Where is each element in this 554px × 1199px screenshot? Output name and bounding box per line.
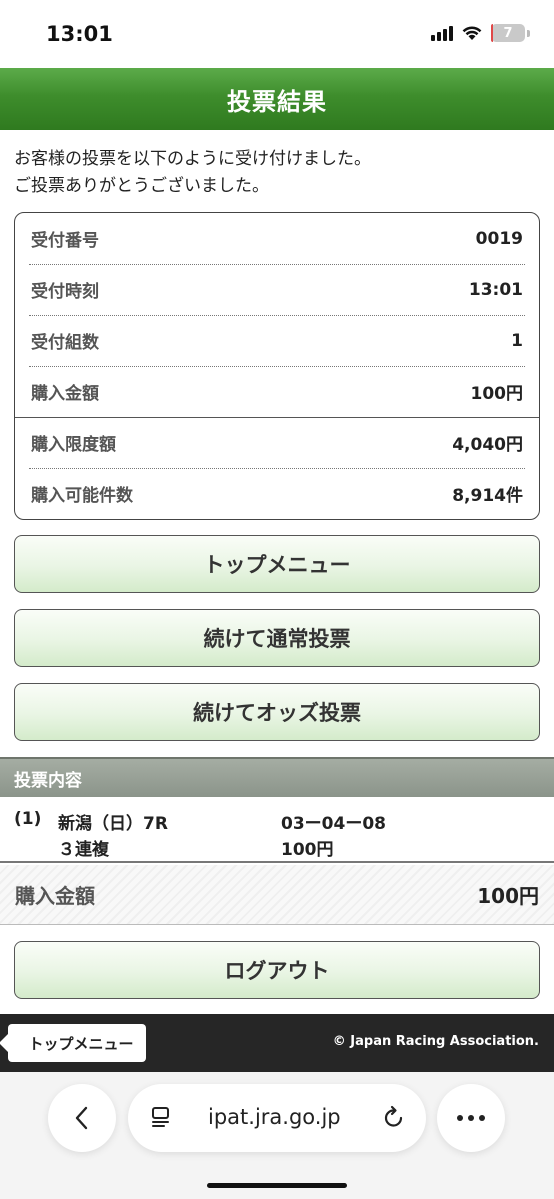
info-value: 0019 <box>475 228 523 249</box>
info-value: 4,040円 <box>452 435 523 455</box>
browser-back-button[interactable] <box>48 1084 116 1152</box>
info-row-purchase-amount: 購入金額 100円 <box>31 366 523 417</box>
total-label: 購入金額 <box>15 884 95 908</box>
footer-top-menu-label: トップメニュー <box>28 1034 134 1053</box>
bet-combination: 03ー04ー08 <box>281 814 386 834</box>
info-row-receipt-count: 受付組数 1 <box>31 315 523 366</box>
info-value: 13:01 <box>468 279 523 300</box>
page-format-icon <box>152 1107 169 1127</box>
info-label: 受付時刻 <box>31 282 99 302</box>
footer-top-menu-button[interactable]: トップメニュー <box>0 1024 146 1062</box>
info-label: 購入限度額 <box>31 435 116 455</box>
chevron-left-icon <box>75 1106 88 1130</box>
wifi-icon <box>461 25 483 41</box>
status-icons: 7 <box>431 24 530 42</box>
continue-normal-bet-button[interactable]: 続けて通常投票 <box>14 609 540 667</box>
logout-button[interactable]: ログアウト <box>14 941 540 999</box>
status-bar: 13:01 7 <box>0 0 554 68</box>
info-value: 1 <box>511 330 523 351</box>
status-time: 13:01 <box>46 22 113 46</box>
info-value: 100円 <box>470 384 524 404</box>
browser-toolbar: ipat.jra.go.jp <box>0 1072 554 1199</box>
info-row-available-count: 購入可能件数 8,914件 <box>31 468 523 519</box>
top-menu-button[interactable]: トップメニュー <box>14 535 540 593</box>
url-text: ipat.jra.go.jp <box>208 1105 341 1129</box>
battery-cap <box>527 29 530 37</box>
info-row-purchase-limit: 購入限度額 4,040円 <box>31 417 523 468</box>
site-footer: トップメニュー © Japan Racing Association. <box>0 1014 554 1072</box>
intro-line-2: ご投票ありがとうございました。 <box>14 176 269 196</box>
ellipsis-icon <box>457 1115 485 1121</box>
info-label: 受付組数 <box>31 333 99 353</box>
info-label: 購入可能件数 <box>31 486 133 506</box>
total-amount-row: 購入金額 100円 <box>0 865 554 925</box>
bet-index: (1) <box>14 809 42 829</box>
total-value: 100円 <box>477 884 539 908</box>
back-arrow-icon <box>0 1033 9 1053</box>
more-options-button[interactable] <box>437 1084 505 1152</box>
cellular-signal-icon <box>431 25 453 41</box>
receipt-info-box: 受付番号 0019 受付時刻 13:01 受付組数 1 購入金額 100円 購入… <box>14 212 540 520</box>
bet-detail: (1) 新潟（日）7R 03ー04ー08 ３連複 100円 <box>0 797 554 863</box>
address-bar[interactable]: ipat.jra.go.jp <box>128 1084 426 1152</box>
section-title: 投票内容 <box>14 770 82 791</box>
bet-race: 新潟（日）7R <box>58 814 168 834</box>
info-label: 購入金額 <box>31 384 99 404</box>
info-label: 受付番号 <box>31 231 99 251</box>
info-row-receipt-number: 受付番号 0019 <box>31 213 523 264</box>
intro-line-1: お客様の投票を以下のように受け付けました。 <box>14 149 371 169</box>
info-row-receipt-time: 受付時刻 13:01 <box>31 264 523 315</box>
home-indicator <box>207 1183 347 1188</box>
page-title: 投票結果 <box>227 87 327 116</box>
info-value: 8,914件 <box>452 486 523 506</box>
copyright: © Japan Racing Association. <box>332 1034 539 1049</box>
bet-contents-heading: 投票内容 <box>0 757 554 797</box>
battery-level-text: 7 <box>503 25 513 41</box>
page-header: 投票結果 <box>0 68 554 130</box>
battery-icon: 7 <box>491 24 525 42</box>
reload-icon[interactable] <box>382 1105 406 1131</box>
intro-message: お客様の投票を以下のように受け付けました。 ご投票ありがとうございました。 <box>14 146 371 200</box>
bet-type: ３連複 <box>58 840 109 860</box>
continue-odds-bet-button[interactable]: 続けてオッズ投票 <box>14 683 540 741</box>
bet-amount: 100円 <box>281 840 334 860</box>
